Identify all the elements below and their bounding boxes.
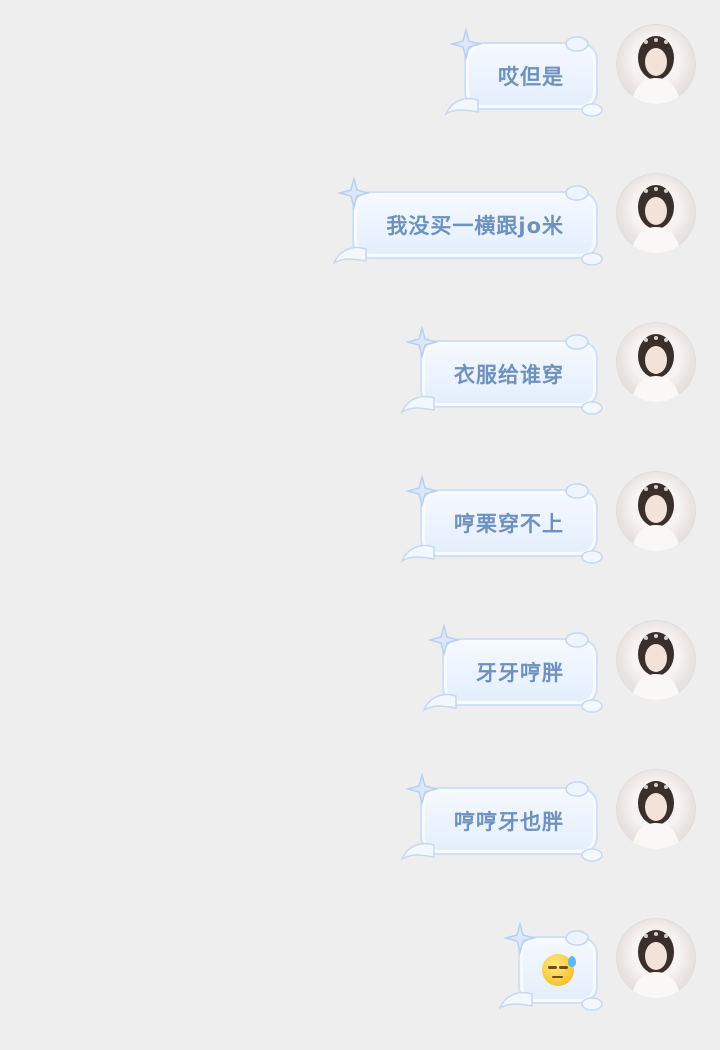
wing-decoration-icon (400, 842, 435, 861)
sparkle-decoration-icon (427, 623, 461, 657)
wing-decoration-icon (422, 693, 457, 712)
message-text: 哼栗穿不上 (454, 512, 564, 536)
cloud-decoration-icon (581, 848, 603, 862)
avatar[interactable] (616, 471, 696, 551)
bow-decoration-icon (565, 930, 589, 946)
cloud-decoration-icon (581, 550, 603, 564)
message-row: 哎但是 (0, 24, 720, 124)
cloud-decoration-icon (581, 103, 603, 117)
avatar[interactable] (616, 173, 696, 253)
message-row: 我没买一横跟jo米 (0, 173, 720, 273)
message-text: 哎但是 (498, 65, 564, 89)
wing-decoration-icon (498, 991, 533, 1010)
wing-decoration-icon (332, 246, 368, 265)
wing-decoration-icon (400, 395, 435, 414)
wing-decoration-icon (400, 544, 435, 563)
message-bubble[interactable]: 哎但是 (444, 27, 603, 117)
avatar[interactable] (616, 620, 696, 700)
cloud-decoration-icon (581, 699, 603, 713)
sparkle-decoration-icon (405, 325, 439, 359)
message-bubble[interactable]: 哼哼牙也胖 (400, 772, 603, 862)
sparkle-decoration-icon (503, 921, 537, 955)
bow-decoration-icon (565, 36, 589, 52)
bow-decoration-icon (565, 632, 589, 648)
chat-message-list[interactable]: 哎但是 我没买一横跟jo米 衣服给谁穿 哼栗穿不上 牙牙哼胖 哼哼牙也胖 (0, 0, 720, 1050)
message-row: 衣服给谁穿 (0, 322, 720, 422)
message-row (0, 918, 720, 1018)
avatar[interactable] (616, 322, 696, 402)
message-text: 我没买一横跟jo米 (386, 214, 564, 238)
sparkle-decoration-icon (449, 27, 483, 61)
avatar[interactable] (616, 24, 696, 104)
avatar[interactable] (616, 769, 696, 849)
message-text: 牙牙哼胖 (476, 661, 564, 685)
sparkle-decoration-icon (337, 176, 372, 210)
bow-decoration-icon (565, 483, 589, 499)
sparkle-decoration-icon (405, 474, 439, 508)
message-row: 哼哼牙也胖 (0, 769, 720, 869)
bow-decoration-icon (565, 781, 589, 797)
message-bubble[interactable]: 哼栗穿不上 (400, 474, 603, 564)
message-text: 衣服给谁穿 (454, 363, 564, 387)
message-row: 哼栗穿不上 (0, 471, 720, 571)
message-row: 牙牙哼胖 (0, 620, 720, 720)
message-bubble[interactable]: 我没买一横跟jo米 (332, 176, 603, 266)
sweat-smile-emoji-icon (542, 954, 576, 986)
message-text: 哼哼牙也胖 (454, 810, 564, 834)
message-bubble[interactable] (498, 921, 603, 1011)
wing-decoration-icon (444, 97, 479, 116)
cloud-decoration-icon (581, 997, 603, 1011)
message-bubble[interactable]: 衣服给谁穿 (400, 325, 603, 415)
avatar[interactable] (616, 918, 696, 998)
bow-decoration-icon (565, 185, 589, 201)
cloud-decoration-icon (581, 252, 603, 266)
sparkle-decoration-icon (405, 772, 439, 806)
bow-decoration-icon (565, 334, 589, 350)
cloud-decoration-icon (581, 401, 603, 415)
message-bubble[interactable]: 牙牙哼胖 (422, 623, 603, 713)
